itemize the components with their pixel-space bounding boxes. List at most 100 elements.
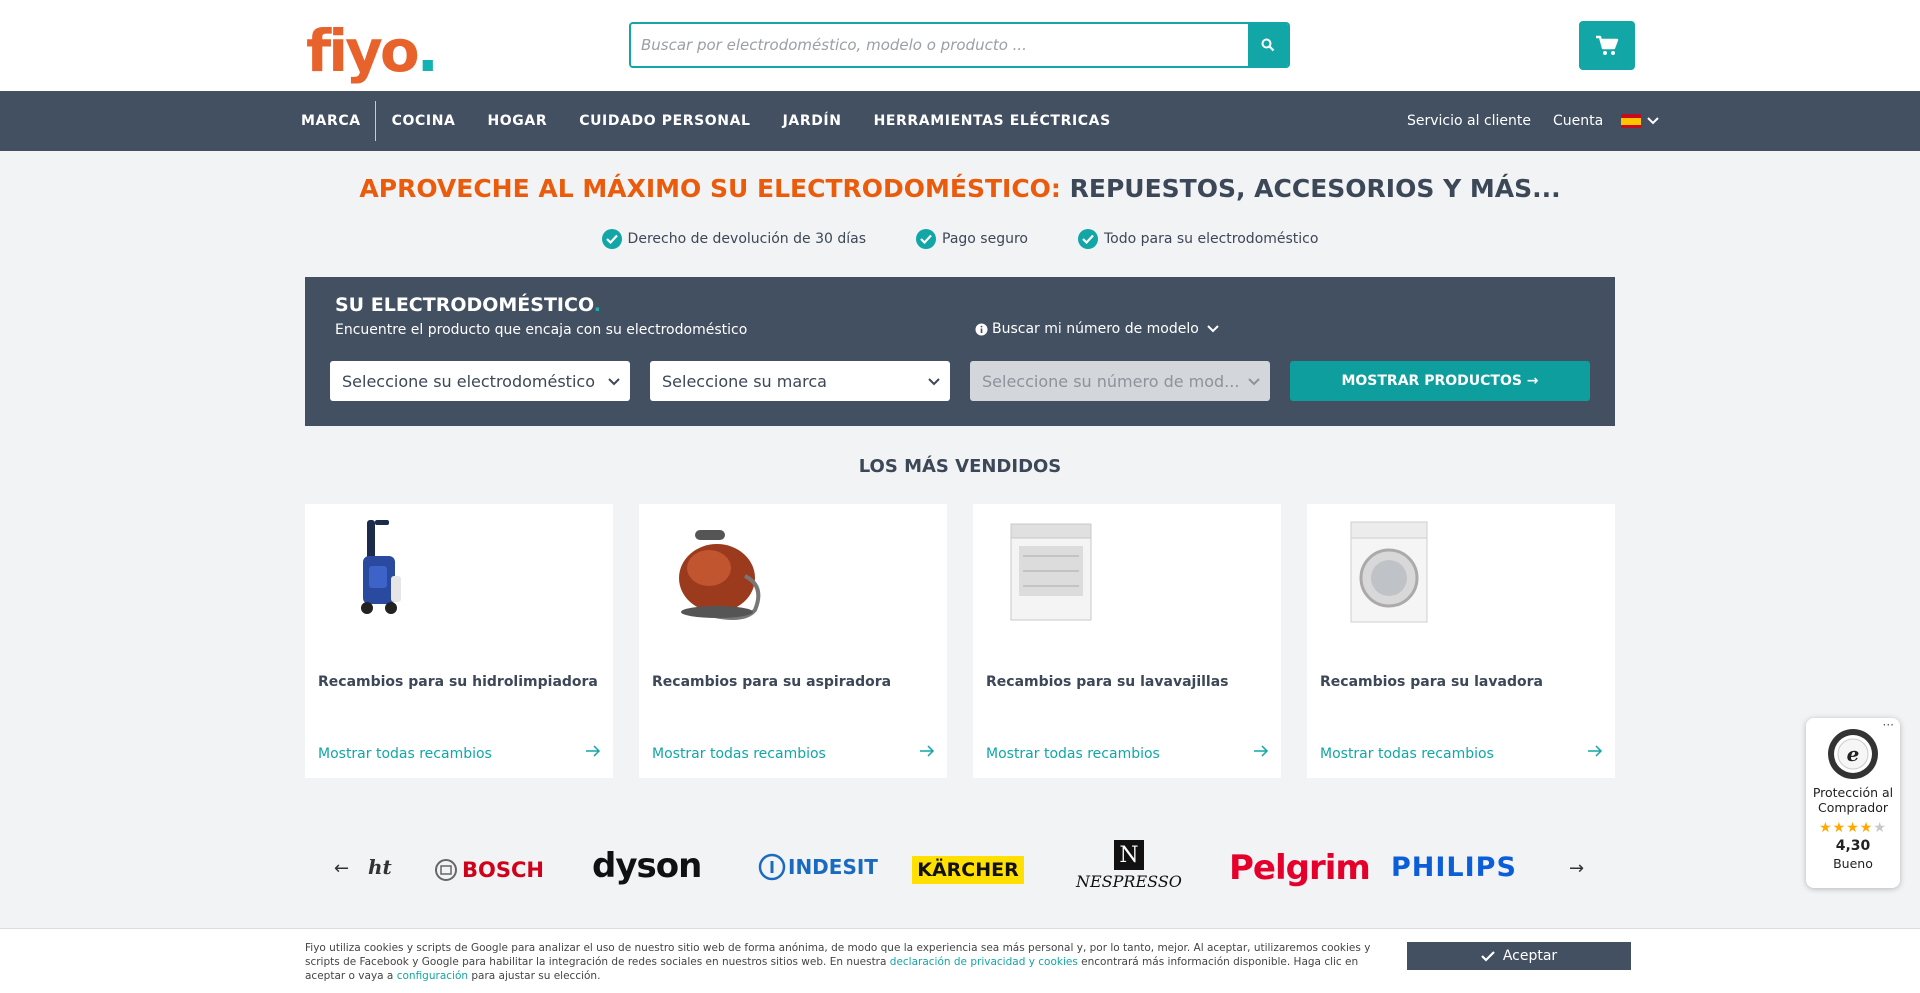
usp-label: Derecho de devolución de 30 días — [627, 231, 866, 247]
card-title: Recambios para su aspiradora — [652, 674, 892, 690]
accept-label: Aceptar — [1502, 948, 1558, 964]
usp-item: Todo para su electrodoméstico — [1077, 229, 1319, 249]
info-icon — [975, 323, 988, 335]
brand-logo-pelgrim[interactable]: Pelgrim — [1229, 848, 1371, 888]
star-icon: ★ — [1873, 820, 1887, 836]
model-select-value: Seleccione su número de mod... — [982, 371, 1240, 391]
headline-rest: REPUESTOS, ACCESORIOS Y MÁS... — [1060, 174, 1561, 203]
product-card[interactable]: Recambios para su lavavajillas Mostrar t… — [973, 504, 1281, 778]
check-icon — [916, 229, 936, 249]
product-card[interactable]: Recambios para su lavadora Mostrar todas… — [1307, 504, 1615, 778]
brand-select-value: Seleccione su marca — [662, 371, 827, 391]
nav-item-cocina[interactable]: COCINA — [376, 101, 472, 141]
check-icon — [1077, 229, 1098, 249]
rating-score: 4,30 — [1835, 838, 1871, 854]
card-link[interactable]: Mostrar todas recambios — [986, 746, 1160, 762]
card-title: Recambios para su lavavajillas — [986, 674, 1229, 690]
rating-stars: ★★★★★ — [1806, 820, 1900, 836]
svg-text:e: e — [1847, 742, 1860, 766]
chevron-down-icon — [1207, 325, 1219, 333]
brand-logo-karcher[interactable]: KÄRCHER — [912, 856, 1024, 884]
brand-logo-indesit[interactable]: INDESIT — [758, 853, 878, 881]
nav-item-herramientas[interactable]: HERRAMIENTAS ELÉCTRICAS — [858, 101, 1127, 141]
brand-logo-nespresso[interactable]: N NESPRESSO — [1076, 840, 1182, 891]
model-help-label: Buscar mi número de modelo — [992, 321, 1199, 337]
finder-title: SU ELECTRODOMÉSTICO. — [335, 294, 601, 316]
nav-item-hogar[interactable]: HOGAR — [471, 101, 563, 141]
appliance-finder: SU ELECTRODOMÉSTICO. Encuentre el produc… — [305, 277, 1615, 426]
bosch-emblem-icon — [435, 859, 457, 881]
star-icon: ★ — [1832, 820, 1847, 836]
product-card[interactable]: Recambios para su hidrolimpiadora Mostra… — [305, 504, 613, 778]
model-number-help[interactable]: Buscar mi número de modelo — [975, 321, 1219, 337]
arrow-right-icon[interactable] — [919, 744, 935, 758]
washing-machine-image — [1350, 521, 1428, 623]
usp-list: Derecho de devolución de 30 días Pago se… — [0, 229, 1920, 249]
search-bar — [629, 22, 1290, 68]
nav-item-cuidado-personal[interactable]: CUIDADO PERSONAL — [563, 101, 766, 141]
top-header: fiyo. — [0, 0, 1920, 91]
chevron-down-icon — [1248, 378, 1260, 386]
appliance-select[interactable]: Seleccione su electrodoméstico — [330, 361, 630, 401]
brands-prev-arrow[interactable]: ← — [334, 858, 349, 879]
pressure-washer-image — [361, 520, 401, 614]
arrow-right-icon[interactable] — [1253, 744, 1269, 758]
star-icon: ★ — [1819, 820, 1833, 836]
search-input[interactable] — [631, 24, 1248, 66]
usp-item: Pago seguro — [916, 229, 1028, 249]
arrow-right-icon[interactable] — [585, 744, 601, 758]
cart-button[interactable] — [1579, 21, 1635, 70]
logo-dot: . — [416, 17, 439, 85]
nav-item-marca[interactable]: MARCA — [290, 101, 376, 141]
trusted-shops-badge[interactable]: ··· e Protección al Comprador ★★★★★ 4,30… — [1806, 718, 1900, 888]
logo-text: fiyo — [306, 17, 420, 85]
usp-item: Derecho de devolución de 30 días — [601, 229, 866, 249]
brands-next-arrow[interactable]: → — [1569, 858, 1584, 879]
check-icon — [601, 229, 622, 249]
usp-label: Todo para su electrodoméstico — [1103, 231, 1319, 247]
card-link[interactable]: Mostrar todas recambios — [652, 746, 826, 762]
trusted-shops-seal-icon: e — [1828, 729, 1878, 779]
model-select[interactable]: Seleccione su número de mod... — [970, 361, 1270, 401]
customer-service-link[interactable]: Servicio al cliente — [1407, 113, 1531, 129]
accept-cookies-button[interactable]: Aceptar — [1407, 942, 1631, 970]
product-card[interactable]: Recambios para su aspiradora Mostrar tod… — [639, 504, 947, 778]
cookie-text: Fiyo utiliza cookies y scripts de Google… — [305, 942, 1371, 982]
star-icon: ★ — [1859, 820, 1874, 836]
buyer-protection-label: Protección al Comprador — [1812, 785, 1894, 815]
settings-link[interactable]: configuración — [397, 970, 468, 982]
privacy-link[interactable]: declaración de privacidad y cookies — [890, 956, 1078, 968]
indesit-emblem-icon — [758, 853, 786, 881]
card-title: Recambios para su lavadora — [1320, 674, 1543, 690]
main-nav: MARCA COCINA HOGAR CUIDADO PERSONAL JARD… — [0, 91, 1920, 151]
brand-logo-dyson[interactable]: dyson — [592, 846, 702, 886]
card-link[interactable]: Mostrar todas recambios — [1320, 746, 1494, 762]
star-icon: ★ — [1846, 820, 1860, 836]
arrow-right-icon[interactable] — [1587, 744, 1603, 758]
spain-flag-icon[interactable] — [1621, 114, 1642, 128]
usp-label: Pago seguro — [942, 231, 1028, 247]
chevron-down-icon[interactable] — [1647, 117, 1659, 125]
fiyo-logo[interactable]: fiyo. — [306, 10, 439, 80]
rating-label: Bueno — [1833, 856, 1873, 871]
brand-logo-philips[interactable]: PHILIPS — [1391, 852, 1517, 883]
vacuum-cleaner-image — [679, 530, 761, 620]
nav-item-jardin[interactable]: JARDÍN — [767, 101, 858, 141]
brand-label: KÄRCHER — [917, 859, 1019, 881]
card-link[interactable]: Mostrar todas recambios — [318, 746, 492, 762]
show-products-button[interactable]: MOSTRAR PRODUCTOS → — [1290, 361, 1590, 401]
check-icon — [1481, 951, 1495, 962]
card-title: Recambios para su hidrolimpiadora — [318, 674, 598, 690]
account-link[interactable]: Cuenta — [1553, 113, 1603, 129]
nespresso-emblem-icon: N — [1113, 840, 1144, 870]
brand-logo-bosch[interactable]: BOSCH — [434, 858, 544, 882]
appliance-select-value: Seleccione su electrodoméstico — [342, 371, 595, 391]
dishwasher-image — [1010, 523, 1092, 621]
finder-subtitle: Encuentre el producto que encaja con su … — [335, 322, 748, 338]
search-button[interactable] — [1248, 24, 1288, 66]
brand-select[interactable]: Seleccione su marca — [650, 361, 950, 401]
cart-icon — [1596, 35, 1619, 55]
brand-logo-ht[interactable]: ht — [368, 855, 392, 879]
more-icon[interactable]: ··· — [1883, 718, 1894, 732]
page-headline: APROVECHE AL MÁXIMO SU ELECTRODOMÉSTICO:… — [0, 174, 1920, 203]
